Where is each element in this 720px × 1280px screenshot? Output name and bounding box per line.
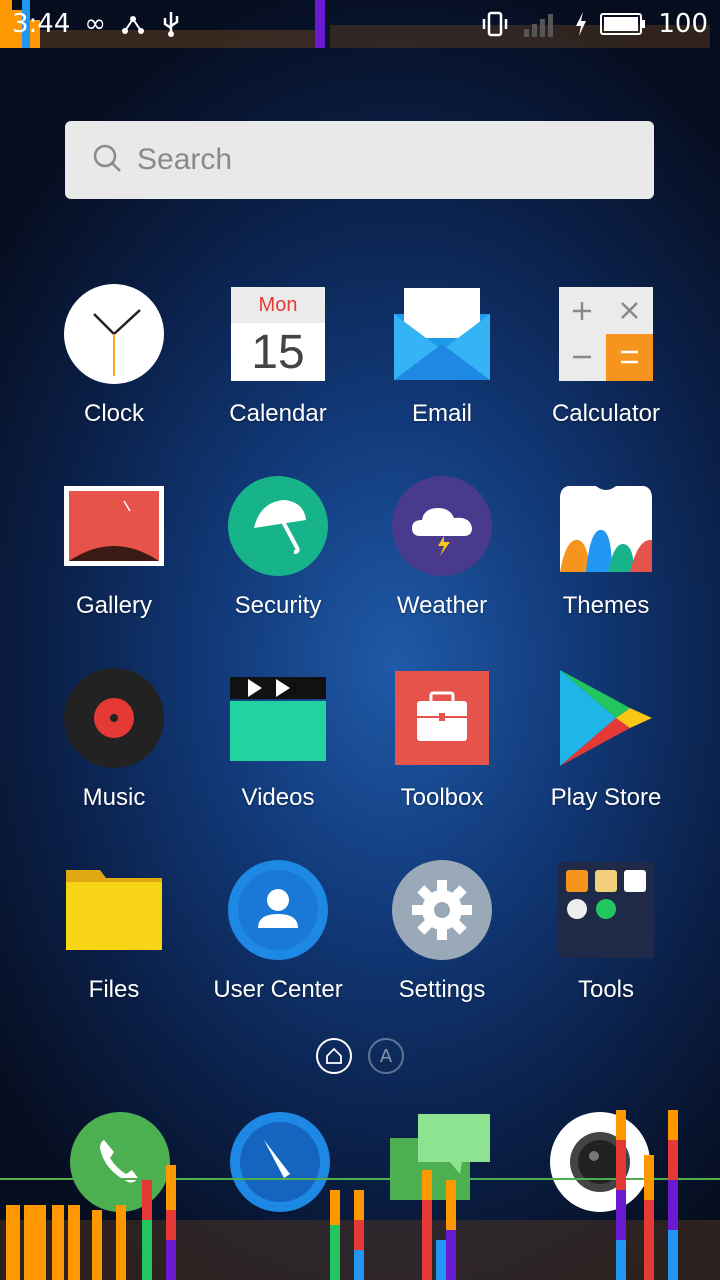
battery-level: 100	[658, 9, 708, 39]
calendar-icon: Mon 15	[228, 284, 328, 384]
search-placeholder: Search	[137, 143, 233, 176]
folder-icon	[64, 860, 164, 960]
app-security[interactable]: Security	[196, 476, 360, 646]
home-page-dot[interactable]	[316, 1038, 352, 1074]
chat-bubbles-icon	[390, 1114, 490, 1200]
app-play-store[interactable]: Play Store	[524, 668, 688, 838]
app-label: Music	[82, 784, 146, 811]
battery-icon	[600, 12, 646, 36]
phone-icon	[70, 1112, 170, 1212]
clock-icon	[64, 284, 164, 384]
umbrella-icon	[228, 476, 328, 576]
vibrate-icon	[480, 11, 510, 37]
themes-icon	[556, 476, 656, 576]
app-toolbox[interactable]: Toolbox	[360, 668, 524, 838]
app-label: Videos	[241, 784, 315, 811]
toolbox-icon	[392, 668, 492, 768]
app-videos[interactable]: Videos	[196, 668, 360, 838]
status-time: 3:44	[12, 9, 71, 39]
app-email[interactable]: Email	[360, 284, 524, 454]
app-weather[interactable]: Weather	[360, 476, 524, 646]
signal-icon	[522, 11, 562, 37]
app-files[interactable]: Files	[32, 860, 196, 1030]
search-bar[interactable]: Search	[65, 121, 654, 199]
app-clock[interactable]: Clock	[32, 284, 196, 454]
app-drawer-dot-label: A	[379, 1045, 393, 1067]
app-calculator[interactable]: Calculator	[524, 284, 688, 454]
share-icon	[120, 11, 146, 37]
app-label: Play Store	[550, 784, 662, 811]
play-store-icon	[556, 668, 656, 768]
app-label: Files	[88, 976, 140, 1003]
app-label: Gallery	[75, 592, 153, 619]
app-label: Weather	[396, 592, 488, 619]
app-user-center[interactable]: User Center	[196, 860, 360, 1030]
calendar-day: Mon	[258, 293, 298, 316]
dock-camera[interactable]	[550, 1112, 650, 1212]
charging-icon	[574, 11, 588, 37]
app-label: Security	[234, 592, 322, 619]
camera-icon	[550, 1112, 650, 1212]
app-settings[interactable]: Settings	[360, 860, 524, 1030]
app-label: Calculator	[551, 400, 661, 427]
gallery-icon	[64, 476, 164, 576]
app-label: Tools	[577, 976, 635, 1003]
folder-tools[interactable]: Tools	[524, 860, 688, 1030]
gear-icon	[392, 860, 492, 960]
app-music[interactable]: Music	[32, 668, 196, 838]
dock-browser[interactable]	[230, 1112, 330, 1212]
app-gallery[interactable]: Gallery	[32, 476, 196, 646]
calendar-date: 15	[251, 325, 305, 379]
usb-icon	[160, 10, 182, 38]
app-label: Toolbox	[400, 784, 484, 811]
email-icon	[392, 284, 492, 384]
app-label: Clock	[83, 400, 144, 427]
dock-messages[interactable]	[390, 1112, 490, 1212]
app-label: Calendar	[229, 400, 327, 427]
app-calendar[interactable]: Mon 15 Calendar	[196, 284, 360, 454]
dock-phone[interactable]	[70, 1112, 170, 1212]
status-bar: 3:44 ∞ 100	[0, 0, 720, 50]
user-icon	[228, 860, 328, 960]
app-drawer-dot[interactable]: A	[368, 1038, 404, 1074]
app-label: Email	[411, 400, 472, 427]
folder-preview-icon	[556, 860, 656, 960]
app-label: User Center	[213, 976, 343, 1003]
vinyl-record-icon	[64, 668, 164, 768]
clapperboard-icon	[228, 668, 328, 768]
search-icon	[91, 142, 123, 178]
infinity-icon: ∞	[84, 9, 107, 39]
app-label: Settings	[398, 976, 486, 1003]
compass-icon	[230, 1112, 330, 1212]
app-themes[interactable]: Themes	[524, 476, 688, 646]
weather-icon	[392, 476, 492, 576]
page-indicator: A	[316, 1038, 404, 1074]
app-label: Themes	[562, 592, 650, 619]
calculator-icon	[556, 284, 656, 384]
